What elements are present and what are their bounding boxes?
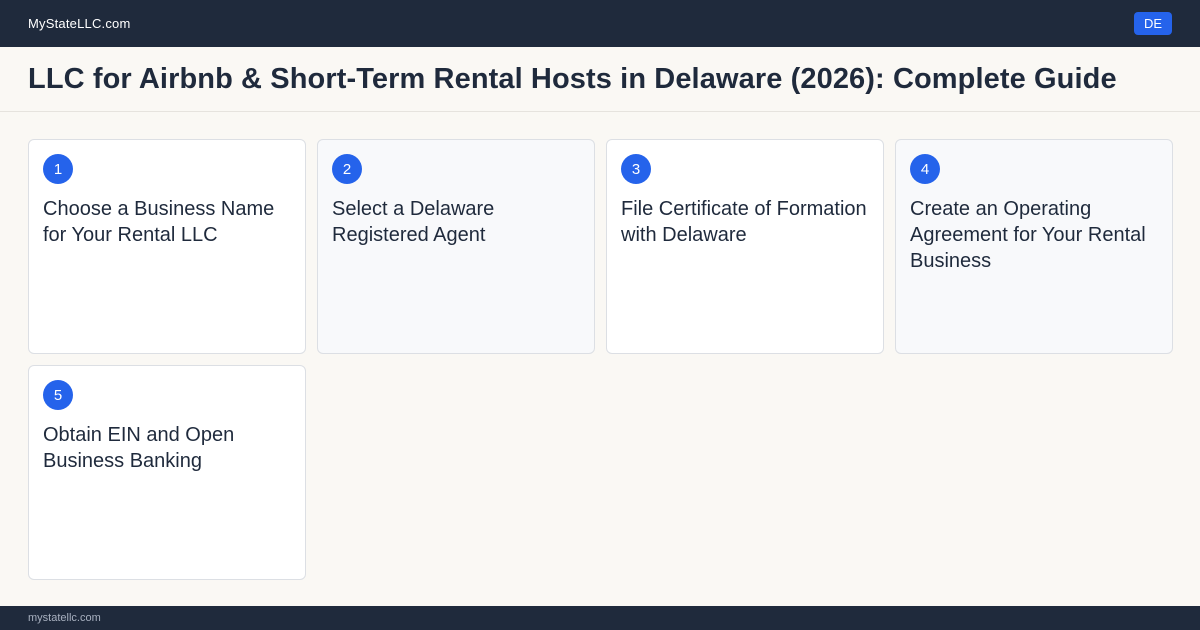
step-card-1: 1 Choose a Business Name for Your Rental… xyxy=(28,139,306,354)
title-band: LLC for Airbnb & Short-Term Rental Hosts… xyxy=(0,47,1200,112)
step-number-badge: 2 xyxy=(332,154,362,184)
step-number-badge: 4 xyxy=(910,154,940,184)
step-number-badge: 3 xyxy=(621,154,651,184)
footer-bar: mystatellc.com xyxy=(0,606,1200,630)
site-brand[interactable]: MyStateLLC.com xyxy=(28,16,131,31)
top-bar: MyStateLLC.com DE xyxy=(0,0,1200,47)
step-card-2: 2 Select a Delaware Registered Agent xyxy=(317,139,595,354)
step-number-badge: 5 xyxy=(43,380,73,410)
step-title: Choose a Business Name for Your Rental L… xyxy=(43,198,275,246)
step-card-5: 5 Obtain EIN and Open Business Banking xyxy=(28,365,306,580)
step-number-badge: 1 xyxy=(43,154,73,184)
state-badge: DE xyxy=(1133,12,1172,35)
step-title: Create an Operating Agreement for Your R… xyxy=(910,198,1146,272)
footer-domain[interactable]: mystatellc.com xyxy=(28,612,101,624)
step-title: Select a Delaware Registered Agent xyxy=(332,198,495,246)
step-title: File Certificate of Formation with Delaw… xyxy=(621,198,867,246)
step-card-3: 3 File Certificate of Formation with Del… xyxy=(606,139,884,354)
steps-grid: 1 Choose a Business Name for Your Rental… xyxy=(28,139,1173,580)
page-title: LLC for Airbnb & Short-Term Rental Hosts… xyxy=(28,62,1117,95)
step-card-4: 4 Create an Operating Agreement for Your… xyxy=(895,139,1173,354)
step-title: Obtain EIN and Open Business Banking xyxy=(43,424,235,472)
